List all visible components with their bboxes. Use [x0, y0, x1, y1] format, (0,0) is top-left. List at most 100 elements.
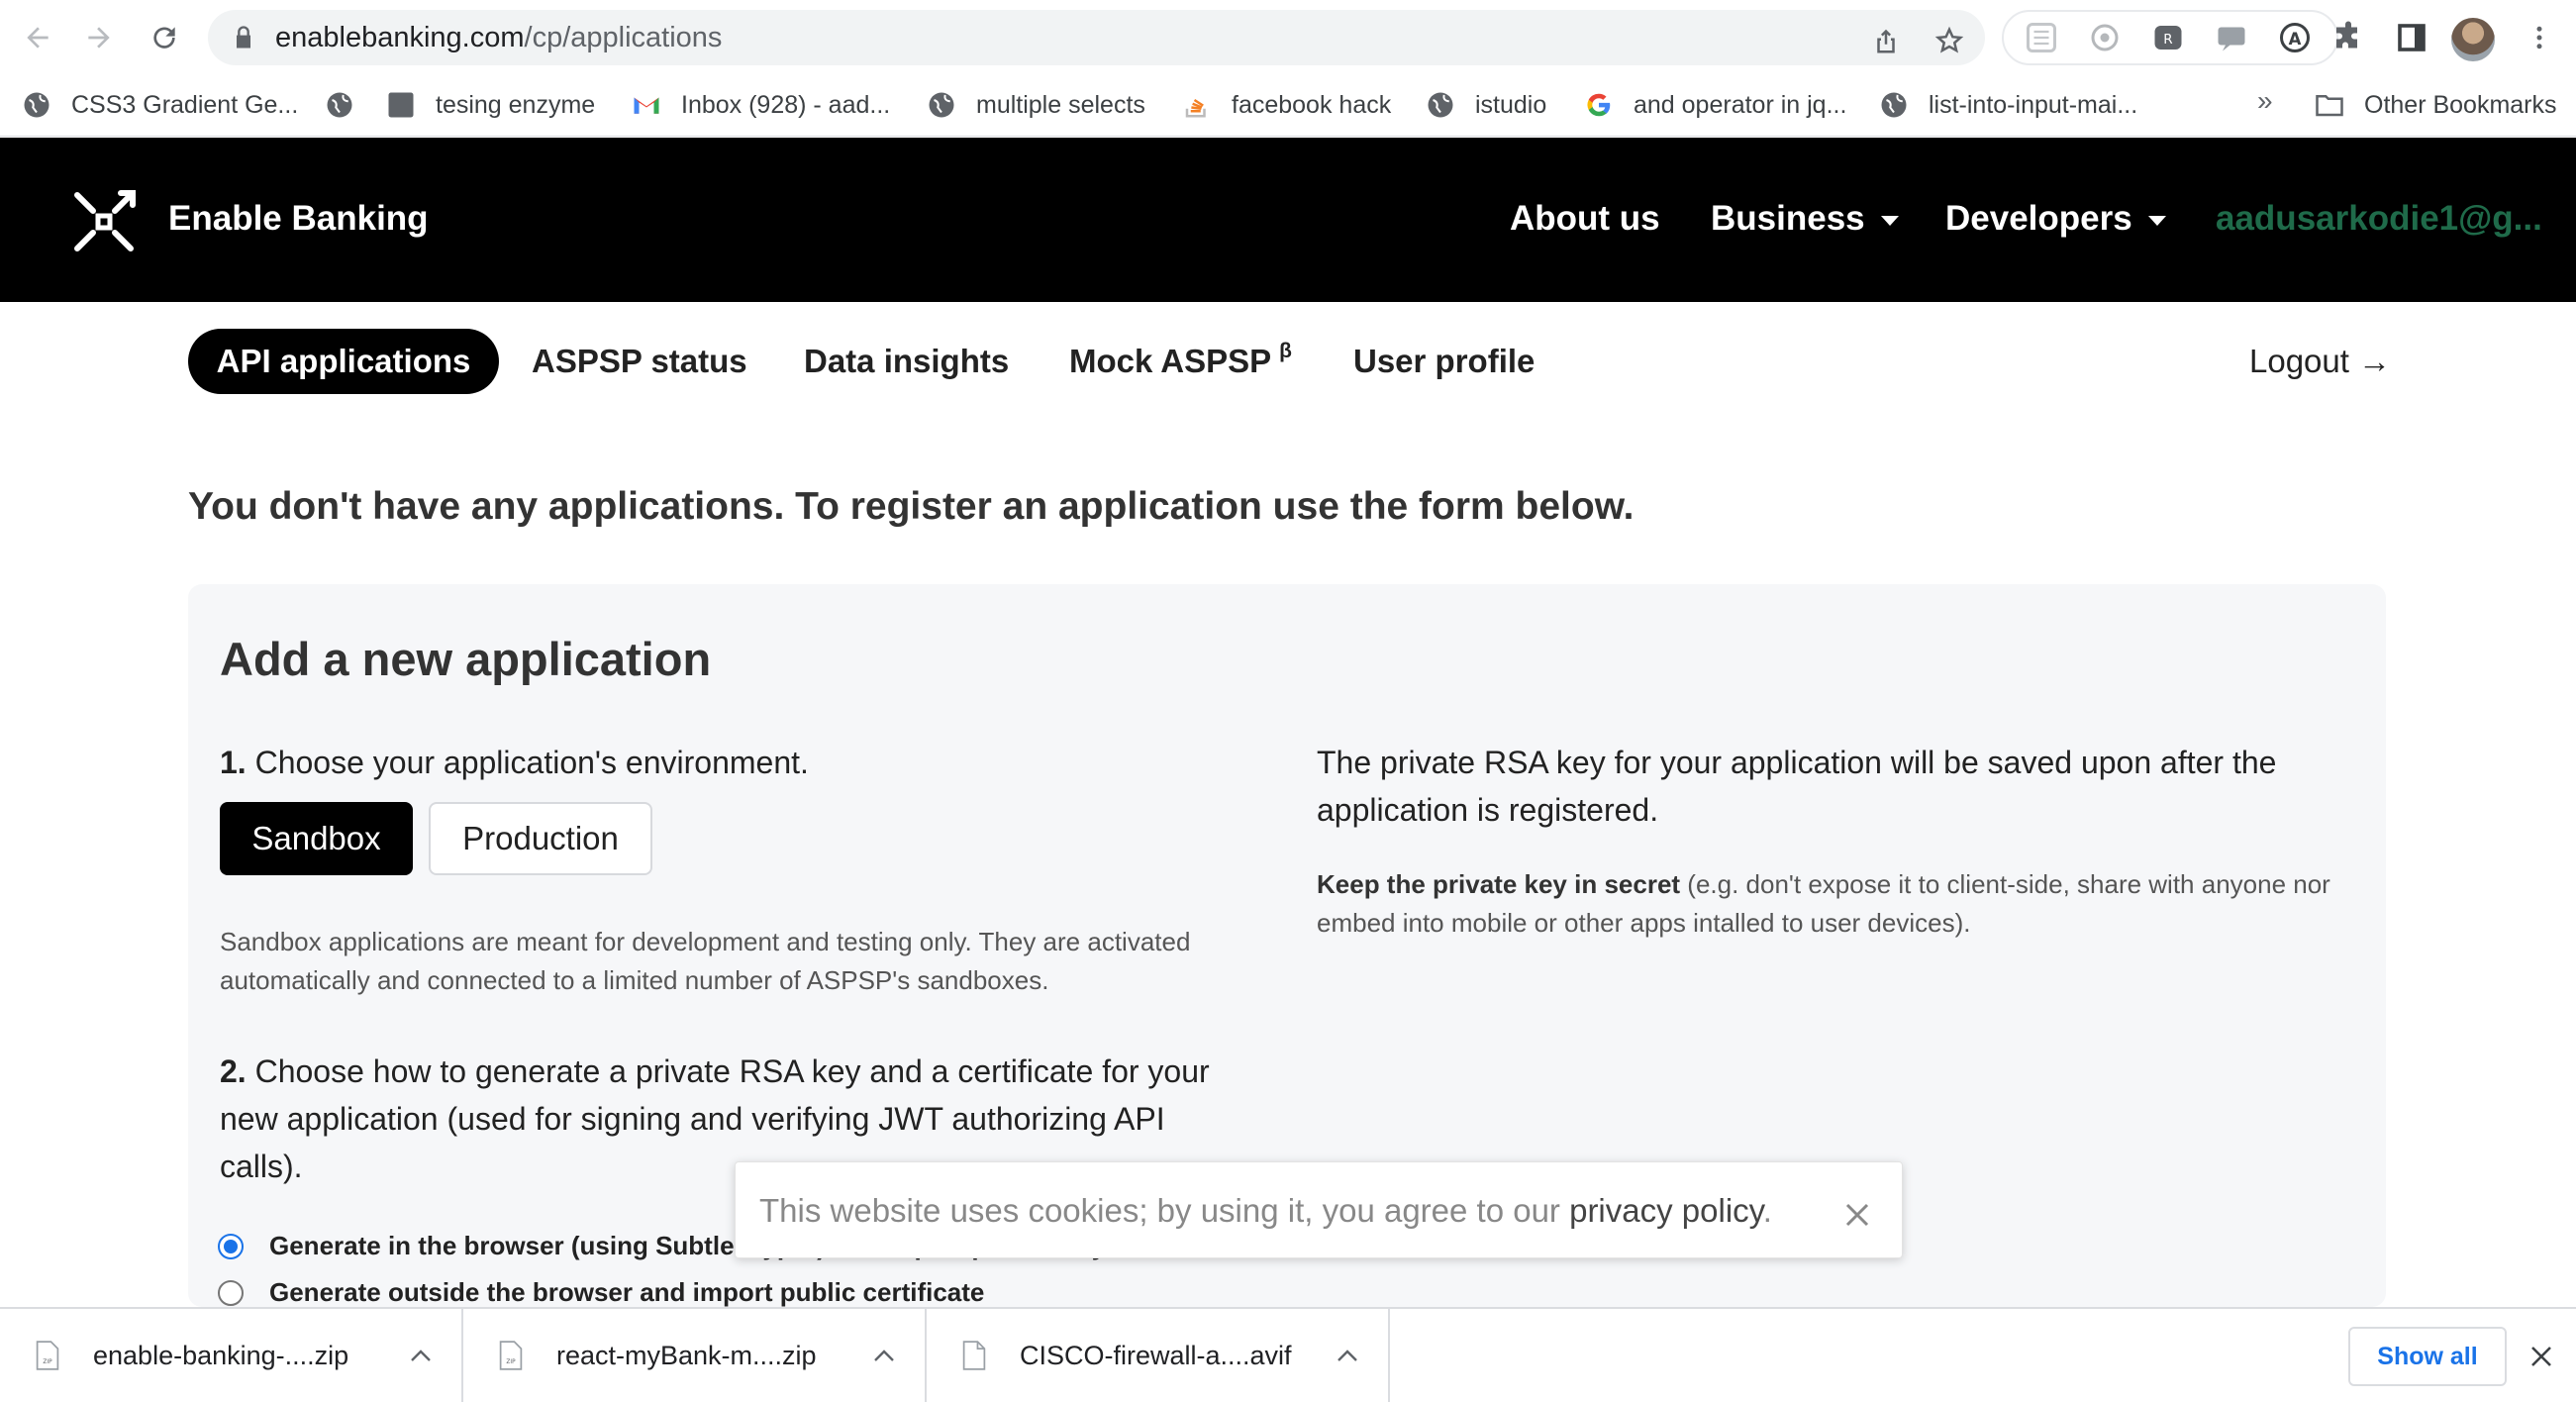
other-bookmarks[interactable]: Other Bookmarks — [2315, 85, 2557, 125]
nav-user-account[interactable]: aadusarkodie1@g... — [2216, 199, 2542, 239]
svg-text:ZIP: ZIP — [43, 1359, 52, 1365]
globe-icon — [1881, 92, 1907, 118]
bookmark-item[interactable]: list-into-input-mai... — [1879, 85, 2137, 125]
svg-text:A: A — [2289, 30, 2302, 49]
browser-toolbar: enablebanking.com/cp/applications R A — [0, 0, 2576, 75]
address-bar[interactable]: enablebanking.com/cp/applications — [208, 10, 1985, 65]
bookmark-item[interactable]: multiple selects — [927, 85, 1145, 125]
nav-developers[interactable]: Developers — [1945, 199, 2166, 239]
radio-generate-outside-browser[interactable]: Generate outside the browser and import … — [218, 1277, 984, 1308]
extension-pg-icon[interactable]: R — [2150, 20, 2186, 55]
radio-button-checked[interactable] — [218, 1233, 244, 1259]
chevron-up-icon[interactable] — [1337, 1349, 1358, 1362]
radio-generate-outside-browser-label: Generate outside the browser and import … — [269, 1277, 985, 1307]
privacy-policy-link[interactable]: privacy policy — [1569, 1192, 1763, 1229]
enable-banking-logo-icon[interactable] — [71, 189, 137, 254]
download-filename: react-myBank-m....zip — [556, 1340, 817, 1370]
bookmark-label: istudio — [1475, 90, 1547, 119]
download-item[interactable]: ZIP react-myBank-m....zip — [463, 1309, 927, 1402]
star-icon[interactable] — [1934, 26, 1964, 55]
zip-file-icon: ZIP — [499, 1341, 523, 1370]
bookmark-item[interactable]: CSS3 Gradient Ge... — [22, 85, 298, 125]
forward-arrow-icon[interactable] — [75, 14, 123, 61]
private-key-info: The private RSA key for your application… — [1317, 745, 2277, 828]
bookmark-item[interactable]: and operator in jq... — [1584, 85, 1846, 125]
download-item[interactable]: CISCO-firewall-a....avif — [927, 1309, 1390, 1402]
bookmark-item[interactable]: istudio — [1426, 85, 1546, 125]
chevron-up-icon[interactable] — [410, 1349, 432, 1362]
tab-api-applications[interactable]: API applications — [188, 329, 499, 394]
close-icon[interactable] — [1842, 1200, 1872, 1230]
chevron-down-icon — [2147, 215, 2166, 226]
chevron-down-icon — [1880, 215, 1899, 226]
stackoverflow-icon — [1185, 98, 1206, 118]
side-panel-icon[interactable] — [2394, 20, 2429, 55]
square-icon — [388, 92, 414, 118]
bookmark-label: tesing enzyme — [436, 90, 596, 119]
extension-a-icon[interactable]: A — [2277, 20, 2313, 55]
globe-icon — [24, 92, 50, 118]
show-all-downloads-button[interactable]: Show all — [2348, 1327, 2507, 1386]
reload-icon[interactable] — [141, 14, 188, 61]
lock-icon[interactable] — [230, 24, 257, 51]
url-text[interactable]: enablebanking.com/cp/applications — [275, 22, 722, 54]
cookie-message: This website uses cookies; by using it, … — [759, 1192, 1772, 1230]
zip-file-icon: ZIP — [36, 1341, 59, 1370]
bookmarks-bar: CSS3 Gradient Ge... tesing enzyme Inbox … — [0, 75, 2576, 137]
no-applications-message: You don't have any applications. To regi… — [188, 485, 1635, 528]
nav-about-us[interactable]: About us — [1510, 199, 1660, 239]
form-title: Add a new application — [220, 633, 712, 685]
brand-name[interactable]: Enable Banking — [168, 199, 429, 239]
globe-icon — [929, 92, 954, 118]
logout-link[interactable]: Logout → — [2249, 329, 2391, 394]
nav-business[interactable]: Business — [1711, 199, 1899, 239]
beta-badge: β — [1279, 340, 1292, 362]
google-icon — [1587, 93, 1611, 117]
profile-avatar[interactable] — [2451, 18, 2495, 61]
share-icon[interactable] — [1871, 26, 1901, 55]
globe-icon — [327, 92, 352, 118]
bookmark-item[interactable]: facebook hack — [1182, 85, 1391, 125]
close-icon[interactable] — [2529, 1345, 2553, 1368]
download-item[interactable]: ZIP enable-banking-....zip — [0, 1309, 463, 1402]
kebab-menu-icon[interactable] — [2525, 20, 2554, 55]
gmail-icon — [634, 97, 659, 114]
globe-icon — [1428, 92, 1453, 118]
extension-chat-icon[interactable] — [2214, 20, 2249, 55]
chevron-up-icon[interactable] — [873, 1349, 895, 1362]
sandbox-button[interactable]: Sandbox — [220, 802, 413, 875]
radio-button-unchecked[interactable] — [218, 1279, 244, 1306]
puzzle-icon[interactable] — [2330, 20, 2366, 55]
bookmark-item[interactable] — [325, 85, 374, 125]
bookmark-item[interactable]: tesing enzyme — [386, 85, 595, 125]
download-shelf: ZIP enable-banking-....zip ZIP react-myB… — [0, 1307, 2576, 1402]
cookie-text: This website uses cookies; by using it, … — [759, 1192, 1570, 1229]
bookmark-label: multiple selects — [976, 90, 1145, 119]
tab-user-profile[interactable]: User profile — [1353, 329, 1535, 394]
site-header: Enable Banking About us Business Develop… — [0, 138, 2576, 302]
cookie-banner: This website uses cookies; by using it, … — [735, 1161, 1903, 1258]
bookmark-label: and operator in jq... — [1634, 90, 1847, 119]
private-key-warning-bold: Keep the private key in secret — [1317, 869, 1681, 899]
svg-text:R: R — [2163, 32, 2172, 48]
download-filename: enable-banking-....zip — [93, 1340, 349, 1370]
bookmark-label: CSS3 Gradient Ge... — [71, 90, 299, 119]
url-host: enablebanking.com — [275, 22, 525, 53]
tab-aspsp-status[interactable]: ASPSP status — [532, 329, 747, 394]
extensions-group: R A — [2002, 10, 2338, 65]
bookmarks-overflow-button[interactable]: » — [2257, 85, 2273, 117]
bookmark-item[interactable]: Inbox (928) - aad... — [632, 85, 890, 125]
production-button[interactable]: Production — [429, 802, 652, 875]
tab-mock-aspsp-label: Mock ASPSP — [1069, 343, 1272, 379]
svg-text:ZIP: ZIP — [506, 1359, 516, 1365]
extension-target-icon[interactable] — [2087, 20, 2123, 55]
nav-business-label: Business — [1711, 199, 1865, 238]
file-icon — [962, 1341, 986, 1370]
back-arrow-icon[interactable] — [14, 14, 61, 61]
other-bookmarks-label: Other Bookmarks — [2364, 90, 2557, 119]
tab-mock-aspsp[interactable]: Mock ASPSP β — [1069, 329, 1292, 394]
extension-grid-icon[interactable] — [2024, 20, 2059, 55]
environment-help-text: Sandbox applications are meant for devel… — [220, 927, 1191, 995]
cookie-text-end: . — [1762, 1192, 1772, 1229]
tab-data-insights[interactable]: Data insights — [804, 329, 1009, 394]
